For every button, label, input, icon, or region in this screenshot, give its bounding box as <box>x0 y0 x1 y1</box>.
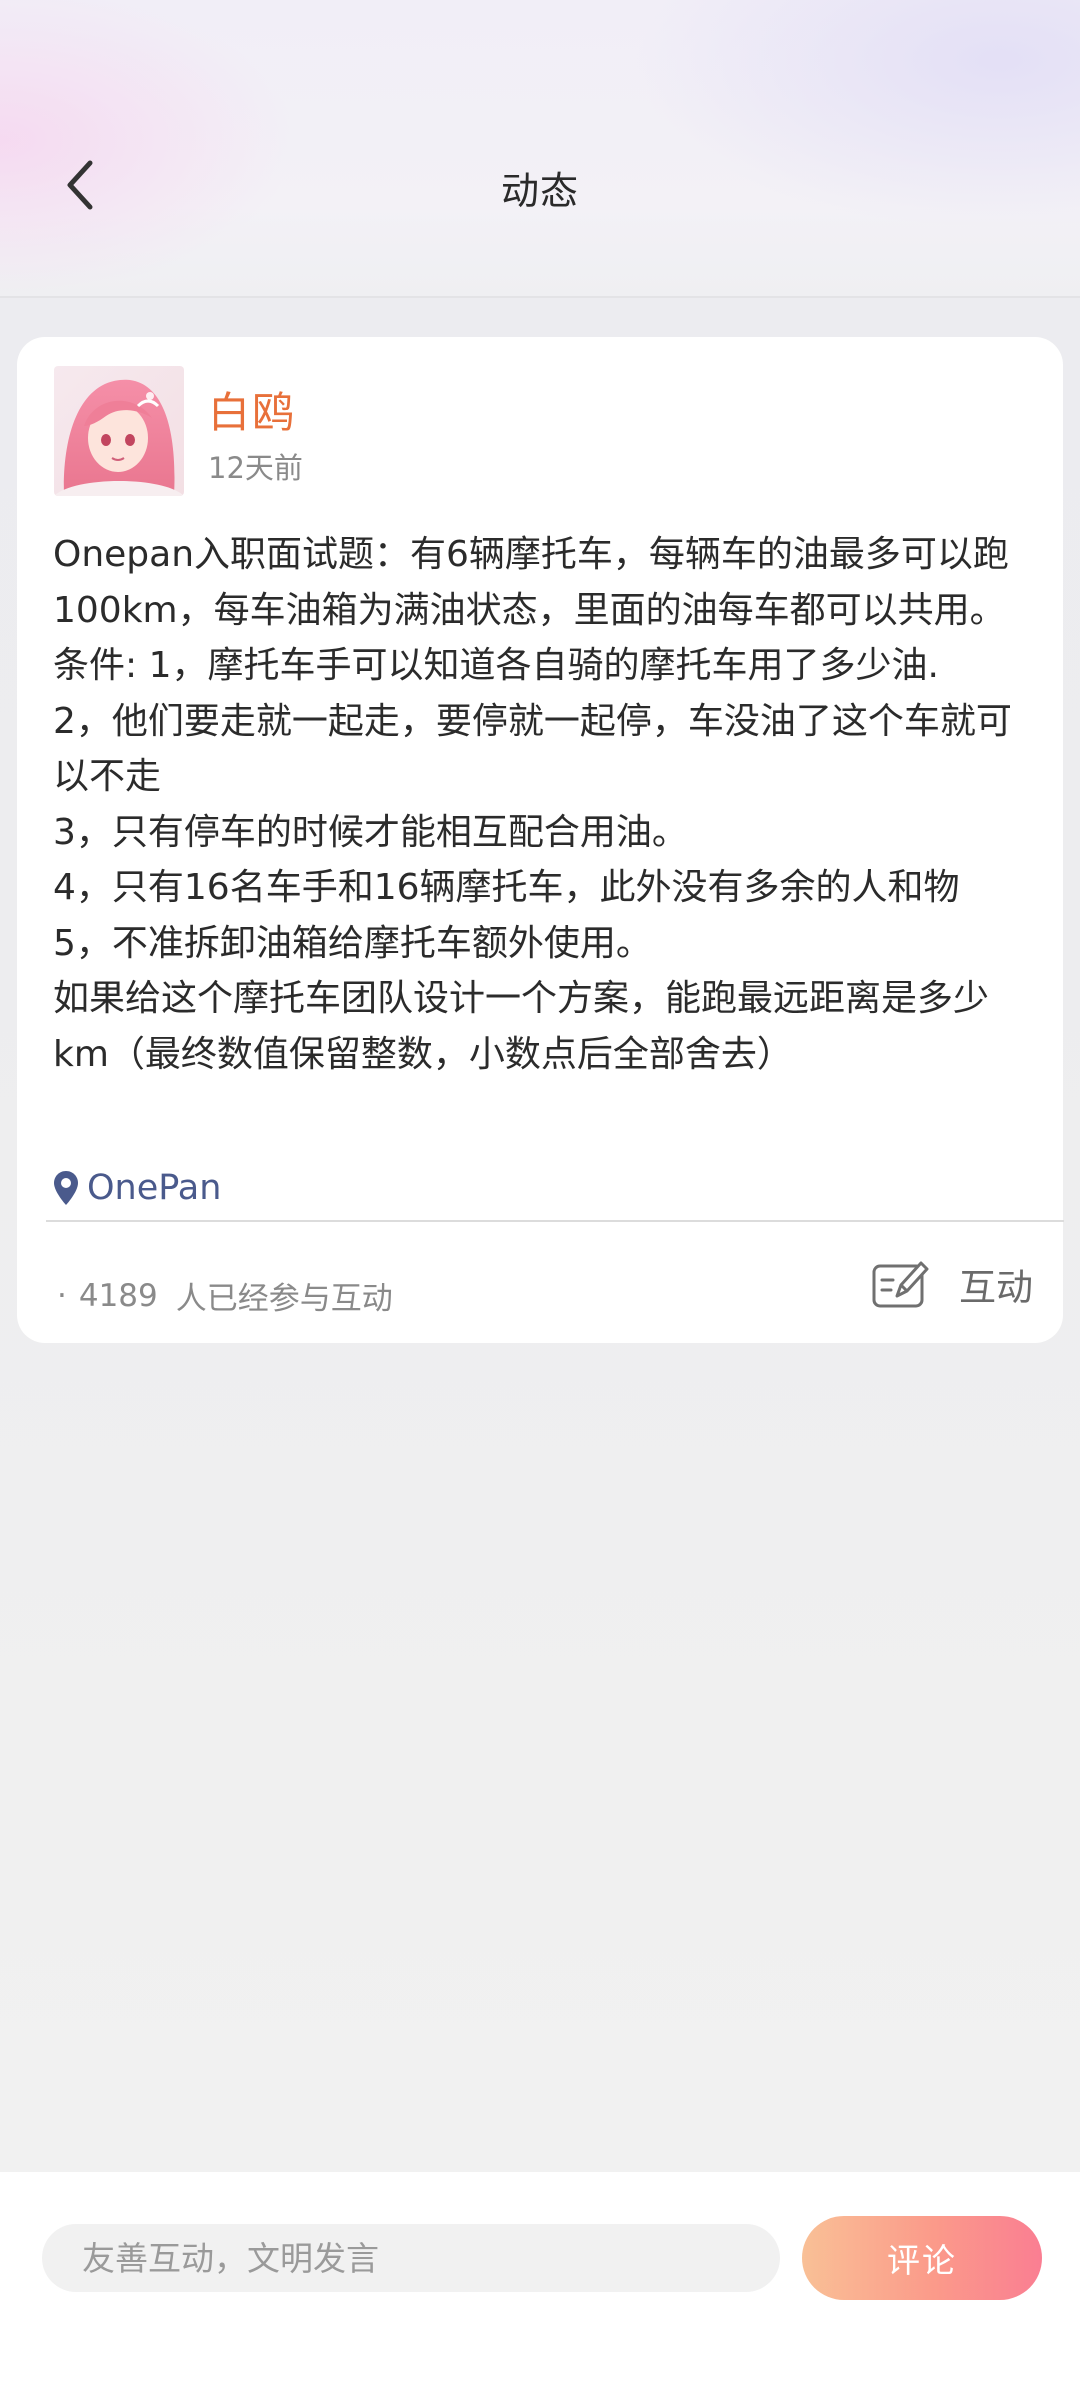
participants-info: · 4189 人已经参与互动 <box>57 1273 393 1318</box>
anime-avatar-image <box>54 366 184 496</box>
author-avatar[interactable] <box>54 366 184 496</box>
participants-label: 人已经参与互动 <box>175 1281 393 1317</box>
top-header: 动态 <box>0 0 1080 298</box>
post-location[interactable]: OnePan <box>53 1163 221 1213</box>
page-title: 动态 <box>500 169 579 213</box>
post-line: 2，他们要走就一起走，要停就一起停，车没油了这个车就可以不走 <box>53 700 1012 798</box>
post-line: 3，只有停车的时候才能相互配合用油。 <box>53 811 688 853</box>
post-line: 条件: 1，摩托车手可以知道各自骑的摩托车用了多少油. <box>53 645 939 686</box>
comment-submit-button[interactable]: 评论 <box>802 2216 1042 2300</box>
author-name[interactable]: 白鸥 <box>208 379 296 440</box>
card-divider <box>46 1220 1064 1222</box>
post-line: 4，只有16名车手和16辆摩托车，此外没有多余的人和物 <box>53 867 960 908</box>
post-content: Onepan入职面试题：有6辆摩托车，每辆车的油最多可以跑100km，每车油箱为… <box>53 527 1043 1082</box>
map-pin-icon <box>54 1171 78 1205</box>
post-line: 如果给这个摩托车团队设计一个方案，能跑最远距离是多少km（最终数值保留整数，小数… <box>53 978 990 1075</box>
edit-note-icon <box>872 1261 929 1308</box>
participants-count: 4189 <box>78 1277 158 1314</box>
post-timestamp: 12天前 <box>208 451 303 485</box>
comment-input[interactable] <box>42 2224 780 2292</box>
post-line: 5，不准拆卸油箱给摩托车额外使用。 <box>53 922 652 964</box>
bullet-dot: · <box>57 1277 67 1314</box>
post-card[interactable]: 白鸥 12天前 Onepan入职面试题：有6辆摩托车，每辆车的油最多可以跑100… <box>17 337 1064 1343</box>
interact-label: 互动 <box>959 1266 1033 1309</box>
comment-bar: 评论 <box>0 2172 1080 2400</box>
post-line: Onepan入职面试题：有6辆摩托车，每辆车的油最多可以跑100km，每车油箱为… <box>53 534 1009 631</box>
interact-button[interactable]: 互动 <box>871 1257 1033 1311</box>
location-label: OnePan <box>87 1168 222 1208</box>
